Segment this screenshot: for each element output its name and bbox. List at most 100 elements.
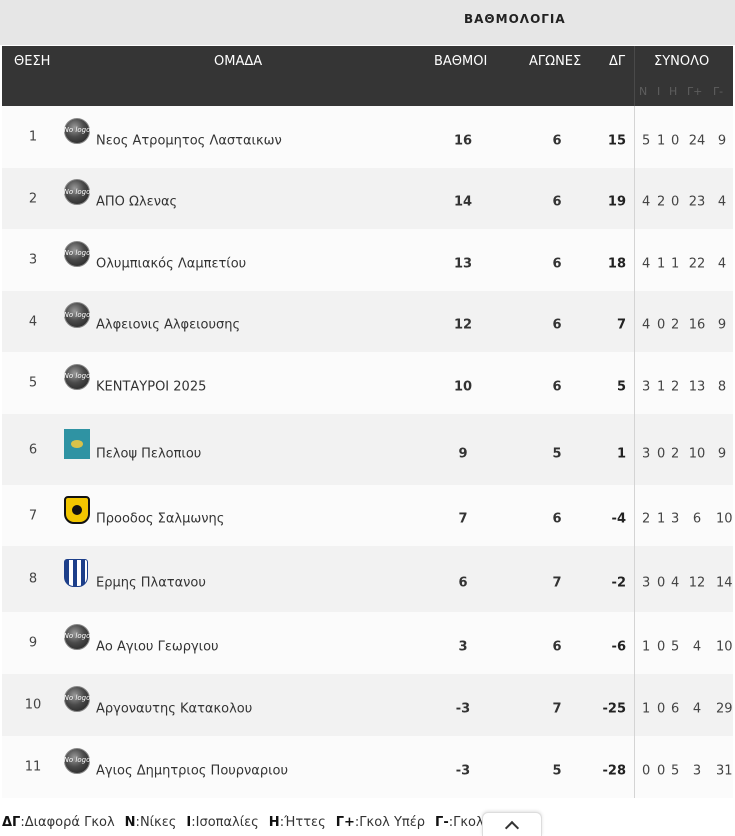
stat-l: 5 <box>671 639 680 655</box>
column-divider <box>634 546 635 612</box>
table-row: 2 No logo ΑΠΟ Ωλενας 14 6 19 4 2 0 23 4 <box>2 168 733 229</box>
stat-d: 2 <box>657 194 666 210</box>
team-points: -3 <box>455 701 471 717</box>
chevron-up-icon <box>504 820 520 835</box>
row-position: 9 <box>28 635 38 651</box>
legend-text: Ισοπαλίες <box>195 815 259 830</box>
legend-key: Γ+ <box>335 815 355 830</box>
row-position: 6 <box>28 442 38 457</box>
column-divider <box>634 612 635 674</box>
team-name: Πελοψ Πελοπιου <box>96 446 202 462</box>
stat-w: 3 <box>642 575 651 591</box>
table-row: 8 Ερμης Πλατανου 6 7 -2 3 0 4 12 14 <box>2 546 733 612</box>
row-position: 2 <box>28 191 38 206</box>
team-name: Ολυμπιακός Λαμπετίου <box>96 256 247 272</box>
stat-w: 1 <box>642 639 651 655</box>
stat-gf: 22 <box>688 256 706 272</box>
club-crest-teal-icon <box>64 429 90 460</box>
team-played: 6 <box>552 194 562 210</box>
stat-w: 2 <box>642 511 651 527</box>
stat-ga: 9 <box>717 446 727 462</box>
legend-key: Ι <box>186 815 192 830</box>
no-logo-text: No logo <box>64 623 90 650</box>
stat-d: 0 <box>657 639 666 655</box>
team-played: 7 <box>552 575 562 591</box>
team-points: 13 <box>453 256 473 272</box>
team-points: 10 <box>453 379 473 395</box>
stat-l: 2 <box>671 446 680 462</box>
stat-ga: 10 <box>716 511 733 527</box>
stat-ga: 9 <box>717 133 727 149</box>
team-goal-difference: -6 <box>611 639 626 655</box>
stat-ga: 9 <box>717 317 727 333</box>
stat-gf: 13 <box>688 379 706 395</box>
header-sub-d: Ι <box>657 85 661 98</box>
legend-item: Ν:Νίκες <box>124 815 177 830</box>
no-logo-text: No logo <box>64 302 90 329</box>
stat-d: 0 <box>657 763 666 779</box>
row-position: 1 <box>28 129 38 145</box>
team-played: 5 <box>552 763 562 779</box>
stat-ga: 10 <box>716 639 733 655</box>
legend-text: Διαφορά Γκολ <box>24 815 115 830</box>
no-logo-icon: No logo <box>64 363 90 390</box>
column-divider <box>634 168 635 229</box>
stat-w: 4 <box>642 317 651 333</box>
no-logo-icon: No logo <box>64 117 90 144</box>
header-sub-ga: Γ- <box>713 85 724 98</box>
team-points: 16 <box>453 133 473 149</box>
club-crest-yellow-icon <box>64 496 90 525</box>
legend: ΔΓ:Διαφορά Γκολ Ν:Νίκες Ι:Ισοπαλίες Η:Ήττες… <box>2 815 531 830</box>
stat-gf: 24 <box>688 133 706 149</box>
stat-w: 0 <box>642 763 651 779</box>
legend-text: Γκολ Υπέρ <box>359 815 426 830</box>
stat-d: 0 <box>657 446 666 462</box>
stat-d: 0 <box>657 701 666 717</box>
header-played: ΑΓΩΝΕΣ <box>529 54 582 69</box>
no-logo-icon: No logo <box>64 240 90 267</box>
team-goal-difference: -4 <box>611 511 626 527</box>
header-points: ΒΑΘΜΟΙ <box>434 54 488 69</box>
stat-l: 0 <box>671 133 680 149</box>
team-goal-difference: 15 <box>607 133 626 149</box>
no-logo-icon: No logo <box>64 623 90 650</box>
column-divider <box>634 106 635 168</box>
stat-l: 3 <box>671 511 680 527</box>
table-row: 11 No logo Αγιος Δημητριος Πουρναριου -3 5 -2… <box>2 736 733 798</box>
no-logo-text: No logo <box>64 685 90 712</box>
row-position: 5 <box>28 375 38 391</box>
team-points: 12 <box>453 317 473 333</box>
no-logo-text: No logo <box>64 117 90 144</box>
row-position: 11 <box>24 759 42 775</box>
legend-item: Γ+:Γκολ Υπέρ <box>335 815 426 830</box>
column-divider <box>634 352 635 414</box>
scroll-top-button[interactable] <box>482 812 542 836</box>
table-row: 1 No logo Νεος Ατρομητος Λασταικων 16 6 15 5 1 0… <box>2 106 733 168</box>
table-row: 4 No logo Αλφειονις Αλφειουσης 12 6 7 4 0 2 16 9 <box>2 291 733 352</box>
team-goal-difference: 7 <box>616 317 626 333</box>
column-divider <box>634 229 635 291</box>
no-logo-icon: No logo <box>64 685 90 712</box>
table-header: ΘΕΣΗ ΟΜΑΔΑ ΒΑΘΜΟΙ ΑΓΩΝΕΣ ΔΓ ΣΥΝΟΛΟ Ν Ι Η… <box>2 46 733 106</box>
stat-ga: 31 <box>716 763 733 779</box>
stat-l: 1 <box>671 256 680 272</box>
team-name: Προοδος Σαλμωνης <box>96 511 225 527</box>
stat-l: 5 <box>671 763 680 779</box>
stat-d: 0 <box>657 575 666 591</box>
team-name: Ερμης Πλατανου <box>96 575 206 591</box>
header-sub-w: Ν <box>639 85 648 98</box>
table-row: 3 No logo Ολυμπιακός Λαμπετίου 13 6 18 4 1 1 22 4 <box>2 229 733 291</box>
stat-w: 1 <box>642 701 651 717</box>
team-played: 5 <box>552 446 562 462</box>
team-played: 6 <box>552 639 562 655</box>
table-row: 10 No logo Αργοναυτης Κατακολου -3 7 -25 1 0 6 4 2… <box>2 674 733 736</box>
legend-item: Ι:Ισοπαλίες <box>186 815 259 830</box>
column-divider <box>634 736 635 798</box>
header-team: ΟΜΑΔΑ <box>214 54 263 69</box>
column-divider <box>634 291 635 352</box>
header-pos: ΘΕΣΗ <box>14 54 51 69</box>
stat-ga: 29 <box>716 701 733 717</box>
standings-title-bar: ΒΑΘΜΟΛΟΓΙΑ <box>0 0 735 45</box>
legend-item: Η:Ήττες <box>268 815 326 830</box>
stat-gf: 4 <box>692 701 702 717</box>
